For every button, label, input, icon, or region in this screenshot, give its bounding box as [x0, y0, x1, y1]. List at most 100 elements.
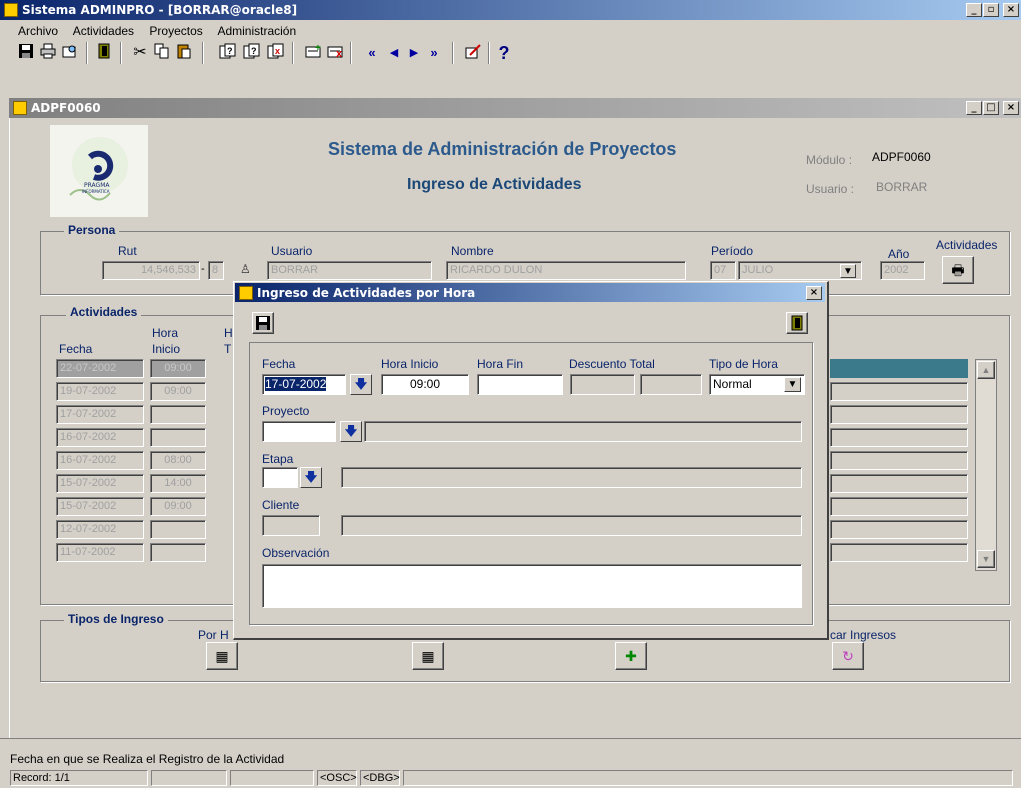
first-record-icon[interactable]: «: [362, 43, 382, 63]
dlg-hora-inicio-input[interactable]: 09:00: [381, 374, 469, 395]
fecha-cell[interactable]: 12-07-2002: [56, 520, 144, 539]
minimize-button[interactable]: _: [966, 3, 982, 17]
dlg-fecha-input[interactable]: 17-07-2002: [262, 374, 346, 395]
row-extra-cell[interactable]: [830, 474, 968, 493]
dlg-proyecto-input[interactable]: [262, 421, 336, 442]
row-extra-cell[interactable]: [830, 428, 968, 447]
form-title: Ingreso de Actividades: [407, 176, 582, 193]
por-hora-button[interactable]: ▦: [206, 642, 238, 670]
anio-label: Año: [888, 247, 910, 261]
usuario-field[interactable]: BORRAR: [267, 261, 432, 280]
hora-cell[interactable]: 09:00: [150, 359, 206, 378]
dlg-fecha-lov-icon[interactable]: 🡇: [350, 374, 372, 395]
menu-actividades[interactable]: Actividades: [73, 24, 134, 38]
hora-cell[interactable]: 08:00: [150, 451, 206, 470]
query-icon[interactable]: ?: [218, 43, 238, 63]
dlg-cliente-desc[interactable]: [341, 515, 802, 536]
query-enter-icon[interactable]: ?: [242, 43, 262, 63]
dlg-proyecto-lov-icon[interactable]: 🡇: [340, 421, 362, 442]
dlg-hora-fin-input[interactable]: [477, 374, 563, 395]
dlg-etapa-lov-icon[interactable]: 🡇: [300, 467, 322, 488]
menu-administracion[interactable]: Administración: [217, 24, 296, 38]
svg-text:x: x: [336, 48, 343, 59]
child-minimize-button[interactable]: _: [966, 101, 982, 115]
insert-record-icon[interactable]: +: [304, 43, 324, 63]
dlg-descuento-input[interactable]: [570, 374, 635, 395]
fecha-cell[interactable]: 11-07-2002: [56, 543, 144, 562]
nuevo-ingreso-button[interactable]: ✚: [615, 642, 647, 670]
nombre-field[interactable]: RICARDO DULON: [446, 261, 686, 280]
menu-proyectos[interactable]: Proyectos: [149, 24, 202, 38]
row-extra-cell[interactable]: [830, 543, 968, 562]
row-extra-cell[interactable]: [830, 405, 968, 424]
hora-cell[interactable]: [150, 428, 206, 447]
status-dbg: <DBG>: [360, 770, 400, 786]
restore-button[interactable]: ▫: [983, 3, 999, 17]
print-preview-icon[interactable]: [60, 43, 80, 63]
dlg-etapa-desc[interactable]: [341, 467, 802, 488]
menu-archivo[interactable]: Archivo: [18, 24, 58, 38]
scroll-up-icon[interactable]: ▲: [977, 361, 995, 379]
dialog-close-button[interactable]: ×: [806, 286, 822, 300]
rut-dv-field[interactable]: 8: [208, 261, 224, 280]
fecha-cell[interactable]: 22-07-2002: [56, 359, 144, 378]
hora-cell[interactable]: 09:00: [150, 382, 206, 401]
fecha-cell[interactable]: 17-07-2002: [56, 405, 144, 424]
rut-field[interactable]: 14,546,533: [102, 261, 200, 280]
svg-text:x: x: [275, 46, 280, 56]
last-record-icon[interactable]: »: [424, 43, 444, 63]
row-extra-cell[interactable]: [830, 451, 968, 470]
fecha-cell[interactable]: 19-07-2002: [56, 382, 144, 401]
delete-record-icon[interactable]: x: [326, 43, 346, 63]
save-icon[interactable]: [16, 43, 36, 63]
previous-record-icon[interactable]: ◀: [384, 43, 404, 63]
hora-cell[interactable]: [150, 520, 206, 539]
row-extra-cell[interactable]: [830, 497, 968, 516]
query-cancel-icon[interactable]: x: [266, 43, 286, 63]
print-icon[interactable]: [38, 43, 58, 63]
periodo-num-field[interactable]: 07: [710, 261, 736, 280]
child-maximize-button[interactable]: □: [983, 101, 999, 115]
close-button[interactable]: ×: [1003, 3, 1019, 17]
hora-cell[interactable]: 14:00: [150, 474, 206, 493]
dlg-descuento-total[interactable]: [640, 374, 702, 395]
dlg-tipo-hora-dropdown-icon[interactable]: ▼: [784, 377, 801, 392]
dlg-proyecto-desc[interactable]: [364, 421, 802, 442]
person-search-icon[interactable]: ♙: [240, 262, 251, 276]
table-scrollbar[interactable]: ▲ ▼: [975, 359, 997, 571]
fecha-cell[interactable]: 15-07-2002: [56, 474, 144, 493]
buscar-ingresos-button[interactable]: ↻: [832, 642, 864, 670]
fecha-cell[interactable]: 16-07-2002: [56, 451, 144, 470]
pragma-logo: PRAGMA INFORMATICA: [50, 125, 148, 217]
tipos-legend: Tipos de Ingreso: [64, 612, 168, 626]
hora-cell[interactable]: [150, 405, 206, 424]
por-actividad-button[interactable]: ▦: [412, 642, 444, 670]
cut-icon[interactable]: ✂: [130, 43, 150, 63]
dialog-save-button[interactable]: [252, 312, 274, 334]
help-icon[interactable]: ?: [494, 43, 514, 63]
dialog-exit-button[interactable]: [786, 312, 808, 334]
dlg-cliente-code[interactable]: [262, 515, 320, 536]
fecha-cell[interactable]: 15-07-2002: [56, 497, 144, 516]
dlg-observacion-textarea[interactable]: [262, 564, 802, 608]
paste-icon[interactable]: [174, 43, 194, 63]
copy-icon[interactable]: [152, 43, 172, 63]
toolbar-separator: [86, 42, 88, 64]
row-extra-cell[interactable]: [830, 382, 968, 401]
row-extra-cell[interactable]: [830, 520, 968, 539]
exit-icon[interactable]: [94, 43, 114, 63]
edit-icon[interactable]: [464, 43, 484, 63]
next-record-icon[interactable]: ▶: [404, 43, 424, 63]
svg-text:+: +: [315, 43, 321, 54]
scroll-down-icon[interactable]: ▼: [977, 550, 995, 568]
child-close-button[interactable]: ×: [1003, 101, 1019, 115]
actividades-report-button[interactable]: 🖶: [942, 256, 974, 284]
fecha-cell[interactable]: 16-07-2002: [56, 428, 144, 447]
hora-cell[interactable]: 09:00: [150, 497, 206, 516]
dlg-etapa-input[interactable]: [262, 467, 298, 488]
periodo-dropdown-icon[interactable]: ▼: [840, 264, 856, 278]
menu-bar: Archivo Actividades Proyectos Administra…: [0, 20, 1021, 40]
hora-cell[interactable]: [150, 543, 206, 562]
anio-field[interactable]: 2002: [880, 261, 925, 280]
app-title-bar: Sistema ADMINPRO - [BORRAR@oracle8]: [0, 0, 1021, 20]
